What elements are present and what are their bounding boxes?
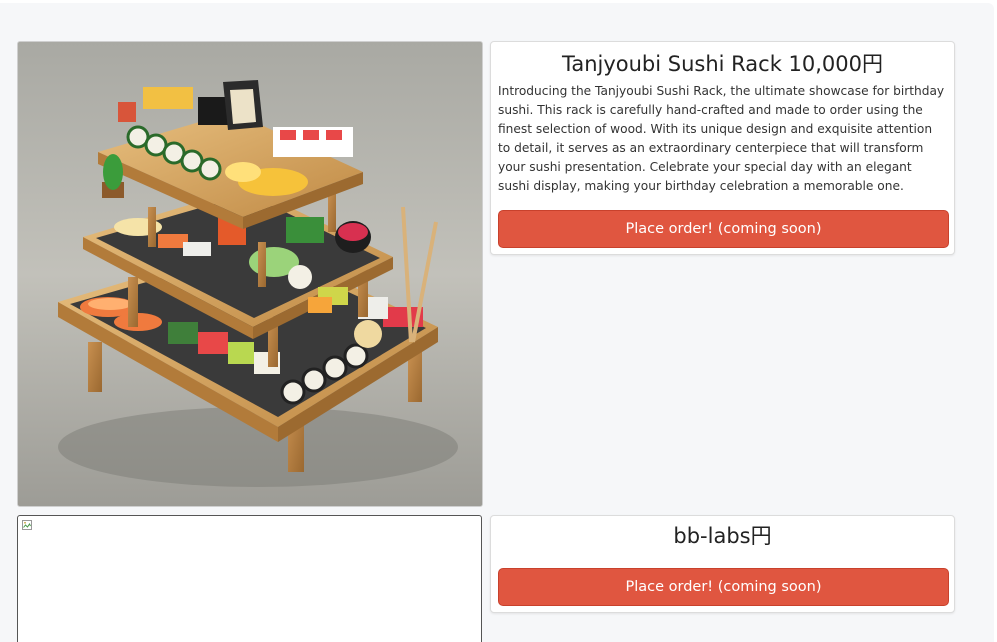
product-image-2 <box>17 515 482 642</box>
place-order-button[interactable]: Place order! (coming soon) <box>498 568 949 606</box>
product-title: Tanjyoubi Sushi Rack 10,000円 <box>561 52 884 76</box>
broken-image-icon <box>22 520 32 530</box>
product-card-2: bb-labs円 Place order! (coming soon) <box>490 515 955 613</box>
product-card-1: Tanjyoubi Sushi Rack 10,000円 Introducing… <box>490 41 955 255</box>
product-description: Introducing the Tanjyoubi Sushi Rack, th… <box>498 84 945 193</box>
place-order-button[interactable]: Place order! (coming soon) <box>498 210 949 248</box>
product-page: Tanjyoubi Sushi Rack 10,000円 Introducing… <box>0 3 994 642</box>
product-title: bb-labs円 <box>673 524 772 548</box>
sushi-rack-image <box>17 41 483 507</box>
